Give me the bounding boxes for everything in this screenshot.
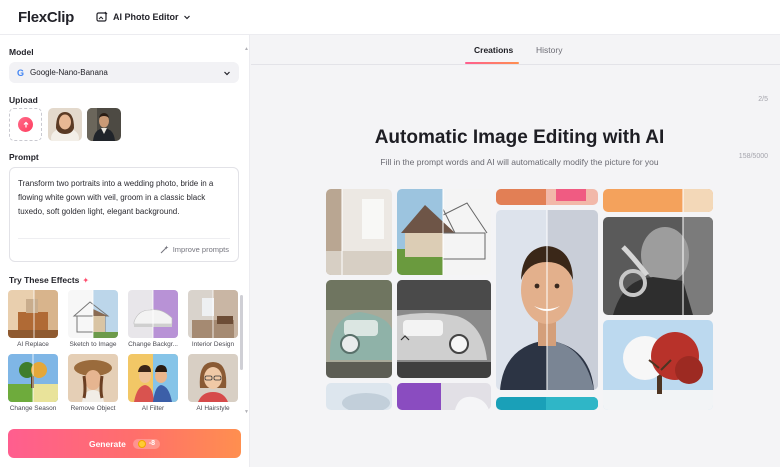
chevron-down-icon — [184, 15, 191, 20]
editor-label: AI Photo Editor — [112, 12, 179, 22]
flexclip-logo[interactable]: FlexClip — [18, 9, 74, 26]
credit-cost-value: -8 — [148, 440, 156, 447]
effect-thumbnail — [68, 290, 118, 338]
magic-wand-icon — [160, 245, 169, 254]
effect-label: AI Hairstyle — [196, 405, 230, 412]
effects-scrollbar[interactable] — [240, 295, 243, 370]
coin-icon — [137, 439, 146, 448]
sample-image-portrait-man — [496, 210, 598, 390]
effect-label: Interior Design — [191, 341, 235, 348]
sparkle-icon: ✦ — [82, 275, 90, 285]
effect-card-ai-filter[interactable]: AI Filter — [128, 354, 178, 412]
sample-image-house — [397, 189, 491, 275]
uploaded-image-bride[interactable] — [48, 108, 82, 141]
sample-image-car-right — [397, 280, 491, 378]
tab-history[interactable]: History — [536, 45, 562, 55]
google-icon: G — [17, 67, 25, 78]
effect-card-ai-replace[interactable]: AI Replace — [8, 290, 58, 348]
upload-button[interactable] — [9, 108, 42, 141]
sample-image-car-left — [326, 280, 392, 378]
effects-heading: Try These Effects ✦ — [9, 275, 89, 285]
effect-label: Change Backgr... — [128, 341, 178, 348]
effect-thumbnail — [8, 354, 58, 402]
effects-title: Try These Effects — [9, 275, 80, 285]
improve-prompts-label: Improve prompts — [172, 245, 229, 254]
prompt-textarea[interactable]: Transform two portraits into a wedding p… — [9, 167, 239, 262]
upload-label: Upload — [9, 95, 38, 105]
improve-prompts-button[interactable]: Improve prompts — [160, 245, 229, 254]
effect-card-remove-object[interactable]: Remove Object — [68, 354, 118, 412]
effect-label: Sketch to Image — [69, 341, 117, 348]
effect-card-sketch-to-image[interactable]: Sketch to Image — [68, 290, 118, 348]
sample-image-vintage-portrait — [603, 217, 713, 315]
prompt-text: Transform two portraits into a wedding p… — [18, 179, 214, 216]
active-tab-indicator — [465, 62, 519, 64]
effect-label: AI Filter — [141, 405, 165, 412]
effect-thumbnail — [128, 354, 178, 402]
effect-card-interior-design[interactable]: Interior Design — [188, 290, 238, 348]
sample-image-strip — [326, 383, 392, 410]
effect-thumbnail — [128, 290, 178, 338]
sample-image-tree-season — [603, 320, 713, 410]
hero-title: Automatic Image Editing with AI — [374, 127, 665, 148]
sample-image-teal-strip — [496, 397, 598, 410]
photo-editor-icon — [96, 11, 108, 22]
upload-count: 2/5 — [758, 96, 768, 103]
upload-arrow-icon — [18, 117, 33, 132]
divider — [18, 238, 230, 239]
effect-thumbnail — [8, 290, 58, 338]
logo-text: FlexClip — [18, 8, 74, 26]
effect-label: Remove Object — [70, 405, 116, 412]
model-label: Model — [9, 47, 34, 57]
sample-image-purple-strip — [397, 383, 491, 410]
generate-button[interactable]: Generate -8 — [8, 429, 241, 458]
effect-card-change-background[interactable]: Change Backgr... — [128, 290, 178, 348]
effect-label: AI Replace — [17, 341, 49, 348]
result-tabs: Creations History — [251, 35, 780, 65]
chevron-down-icon — [224, 71, 230, 75]
model-value: Google-Nano-Banana — [30, 68, 108, 77]
effect-card-ai-hairstyle[interactable]: AI Hairstyle — [188, 354, 238, 412]
tab-creations[interactable]: Creations — [474, 45, 513, 55]
model-select[interactable]: G Google-Nano-Banana — [9, 62, 239, 83]
prompt-label: Prompt — [9, 152, 39, 162]
top-bar: FlexClip AI Photo Editor — [0, 0, 780, 35]
tool-switcher[interactable]: AI Photo Editor — [96, 11, 192, 23]
uploaded-image-groom[interactable] — [87, 108, 121, 141]
sample-image-room — [326, 189, 392, 275]
sample-image-top-strip — [496, 189, 598, 205]
scroll-up-arrow-icon[interactable]: ▲ — [244, 46, 249, 52]
effect-thumbnail — [188, 290, 238, 338]
credit-cost: -8 — [132, 438, 161, 449]
sample-image-orange-strip — [603, 189, 713, 212]
scroll-down-arrow-icon[interactable]: ▼ — [244, 409, 249, 415]
effect-thumbnail — [68, 354, 118, 402]
effect-thumbnail — [188, 354, 238, 402]
effect-label: Change Season — [9, 405, 57, 412]
effect-card-change-season[interactable]: Change Season — [8, 354, 58, 412]
hero-subtitle: Fill in the prompt words and AI will aut… — [380, 157, 659, 167]
generate-label: Generate — [88, 438, 126, 449]
